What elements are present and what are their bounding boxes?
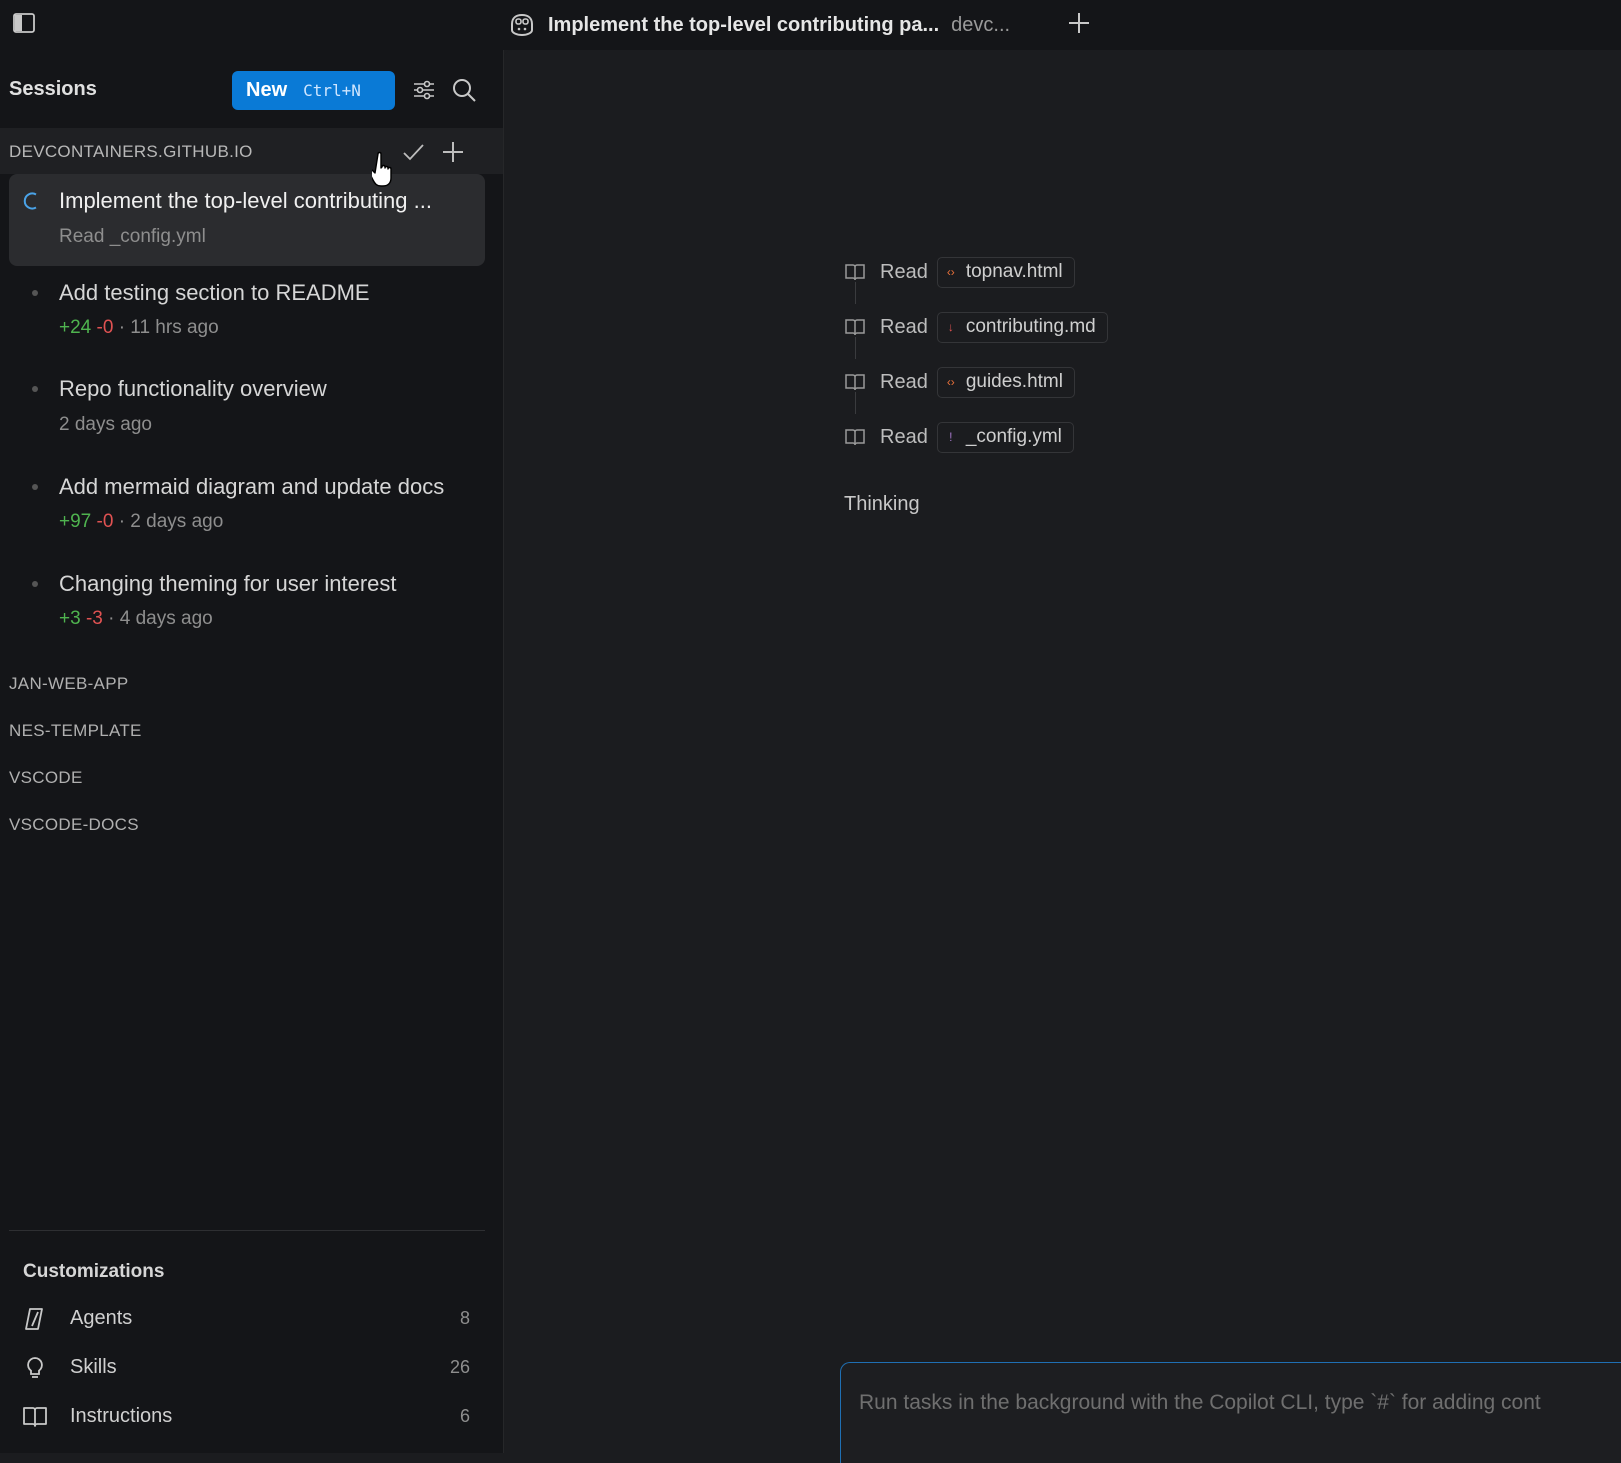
step-label: Read (880, 425, 928, 448)
tool-step-read: Read ‹› guides.html (844, 366, 1075, 398)
file-name: topnav.html (965, 261, 1063, 282)
step-connector (855, 337, 856, 359)
tab-repo: devc... (951, 13, 1011, 36)
tool-step-read: Read ! _config.yml (844, 421, 1074, 453)
lines-added: +97 (59, 511, 92, 532)
step-label: Read (880, 260, 928, 283)
repo-group-vscode[interactable]: VSCODE (9, 768, 83, 788)
toggle-sidebar-icon[interactable] (12, 11, 36, 35)
step-connector (855, 392, 856, 414)
session-title: Add mermaid diagram and update docs (59, 474, 445, 499)
session-meta: +24 -0 · 11 hrs ago (59, 317, 219, 339)
repo-group-nes-template[interactable]: NES-TEMPLATE (9, 721, 142, 741)
session-title: Changing theming for user interest (59, 571, 397, 596)
chat-input[interactable]: Run tasks in the background with the Cop… (840, 1362, 1621, 1463)
session-time: 2 days ago (59, 414, 152, 435)
step-connector (855, 282, 856, 304)
repo-group-label: DEVCONTAINERS.GITHUB.IO (9, 142, 253, 161)
customization-count: 6 (459, 1406, 470, 1426)
customization-label: Agents (70, 1307, 133, 1329)
session-time: · 4 days ago (108, 608, 213, 629)
thinking-status: Thinking (844, 493, 920, 515)
lines-removed: -3 (85, 608, 103, 629)
add-session-plus-icon[interactable] (440, 139, 466, 165)
file-name: guides.html (965, 371, 1063, 392)
new-button-shortcut: Ctrl+N (303, 81, 361, 100)
hand-cursor-icon (372, 151, 392, 187)
session-time: · 2 days ago (118, 511, 224, 532)
sessions-title: Sessions (9, 78, 97, 100)
file-chip[interactable]: ↓ contributing.md (936, 311, 1108, 343)
lightbulb-icon (27, 1357, 43, 1378)
book-icon (845, 429, 865, 446)
session-item[interactable]: Add testing section to README +24 -0 · 1… (9, 274, 485, 358)
divider (9, 1230, 485, 1231)
repo-group-vscode-docs[interactable]: VSCODE-DOCS (9, 815, 139, 835)
customization-label: Instructions (70, 1405, 173, 1427)
session-time: · 11 hrs ago (118, 317, 219, 338)
file-chip[interactable]: ‹› guides.html (936, 366, 1075, 398)
new-button-label: New (246, 79, 288, 101)
lines-added: +24 (59, 317, 92, 338)
file-chip[interactable]: ! _config.yml (936, 421, 1074, 453)
step-label: Read (880, 315, 928, 338)
check-icon[interactable] (401, 140, 425, 164)
tool-step-read: Read ↓ contributing.md (844, 311, 1108, 343)
lines-added: +3 (59, 608, 81, 629)
sessions-sidebar: Sessions New Ctrl+N DEVCONTAINERS.GITHUB… (0, 50, 504, 1453)
repo-group-header[interactable]: DEVCONTAINERS.GITHUB.IO (0, 128, 503, 174)
session-dot (32, 386, 38, 392)
book-icon (845, 319, 865, 336)
session-meta: +97 -0 · 2 days ago (59, 511, 223, 533)
step-label: Read (880, 370, 928, 393)
html-file-icon: ‹› (946, 375, 955, 389)
session-meta: +3 -3 · 4 days ago (59, 608, 213, 630)
session-title: Repo functionality overview (59, 376, 327, 401)
search-icon[interactable] (451, 77, 477, 103)
session-title: Implement the top-level contributing ... (59, 188, 432, 213)
customization-label: Skills (70, 1356, 117, 1378)
repo-group-jan-web-app[interactable]: JAN-WEB-APP (9, 674, 128, 694)
customization-count: 8 (459, 1308, 470, 1328)
lines-removed: -0 (96, 511, 114, 532)
customization-count: 26 (449, 1357, 470, 1377)
file-chip[interactable]: ‹› topnav.html (936, 256, 1075, 288)
session-dot (32, 581, 38, 587)
markdown-file-icon: ↓ (947, 320, 954, 334)
tab-title: Implement the top-level contributing pa.… (548, 13, 940, 36)
session-item[interactable]: Changing theming for user interest +3 -3… (9, 565, 485, 649)
book-icon (845, 264, 865, 281)
copilot-icon (511, 13, 533, 37)
book-icon (845, 374, 865, 391)
session-title: Add testing section to README (59, 280, 370, 305)
session-item[interactable]: Add mermaid diagram and update docs +97 … (9, 468, 485, 552)
book-icon (23, 1407, 47, 1427)
new-tab-plus-icon[interactable] (1066, 10, 1092, 36)
session-tab[interactable]: Implement the top-level contributing pa.… (508, 8, 1010, 42)
yaml-file-icon: ! (949, 430, 953, 444)
lines-removed: -0 (96, 317, 114, 338)
chat-input-placeholder: Run tasks in the background with the Cop… (859, 1391, 1541, 1414)
tool-step-read: Read ‹› topnav.html (844, 256, 1075, 288)
customization-instructions[interactable]: Instructions 6 (20, 1396, 470, 1436)
customizations-title: Customizations (23, 1261, 165, 1282)
file-name: _config.yml (965, 426, 1062, 447)
title-bar: Implement the top-level contributing pa.… (0, 0, 1621, 50)
file-name: contributing.md (965, 316, 1096, 337)
agents-icon (25, 1308, 43, 1330)
loading-spinner-icon (23, 192, 37, 210)
customization-agents[interactable]: Agents 8 (20, 1298, 470, 1338)
session-status: Read _config.yml (59, 226, 206, 247)
filter-icon[interactable] (412, 78, 436, 102)
new-session-button[interactable]: New Ctrl+N (232, 71, 395, 110)
html-file-icon: ‹› (946, 265, 955, 279)
session-dot (32, 484, 38, 490)
customization-skills[interactable]: Skills 26 (20, 1347, 470, 1387)
session-dot (32, 290, 38, 296)
session-item-active[interactable]: Implement the top-level contributing ...… (9, 174, 485, 266)
chat-panel: Read ‹› topnav.html Read ↓ contributing.md… (504, 50, 1621, 1463)
session-item[interactable]: Repo functionality overview 2 days ago (9, 370, 485, 454)
